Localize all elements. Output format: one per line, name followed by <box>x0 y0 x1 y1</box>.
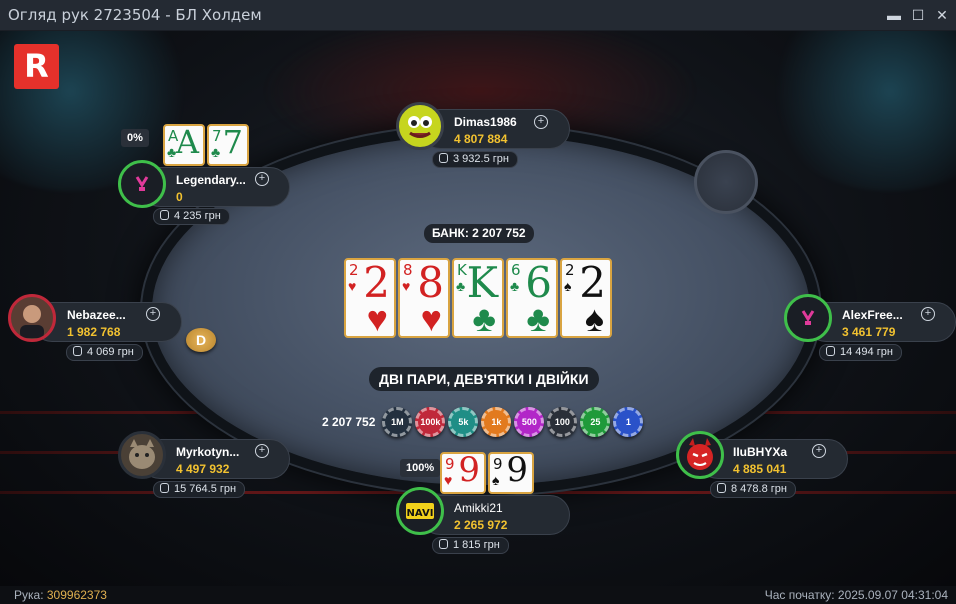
player-stack: 4 807 884 <box>454 132 508 146</box>
maximize-button[interactable]: ☐ <box>910 6 926 24</box>
hand-result-label: ДВІ ПАРИ, ДЕВ'ЯТКИ І ДВІЙКИ <box>369 367 599 391</box>
board-card: 2 ♠ 2 ♠ <box>560 258 612 338</box>
chips-total: 2 207 752 <box>322 415 376 429</box>
add-note-icon[interactable]: + <box>534 115 548 129</box>
equity-badge: 0% <box>121 129 149 147</box>
hand-id-value: 309962373 <box>46 588 107 602</box>
navi-logo-icon: NAVI <box>396 487 444 535</box>
player-stack: 1 982 768 <box>67 325 121 339</box>
player-winnings: 14 494 грн <box>819 344 902 361</box>
player-winnings: 15 764.5 грн <box>153 481 246 498</box>
player-stack: 3 461 779 <box>842 325 896 339</box>
player-stack: 2 265 972 <box>454 518 508 532</box>
player-name: Dimas1986 <box>454 115 517 129</box>
window-title: Огляд рук 2723504 - БЛ Холдем <box>8 6 262 24</box>
hole-card: 9 ♠ 9 <box>488 452 534 494</box>
player-stack: 0 <box>176 190 183 204</box>
vbet-logo-icon <box>784 294 832 342</box>
empty-seat[interactable] <box>694 150 758 214</box>
brand-logo: R <box>14 44 59 89</box>
chip-icon: 5k <box>448 407 479 437</box>
player-name: Legendary... <box>176 173 246 187</box>
pot-label: БАНК: 2 207 752 <box>424 224 534 243</box>
chip-icon: 100k <box>415 407 446 437</box>
board-card: 6 ♣ 6 ♣ <box>506 258 558 338</box>
svg-text:NAVI: NAVI <box>407 508 434 519</box>
equity-badge: 100% <box>400 459 441 477</box>
add-note-icon[interactable]: + <box>812 444 826 458</box>
board-card: 8 ♥ 8 ♥ <box>398 258 450 338</box>
hole-card: A ♣ A <box>163 124 205 166</box>
start-time-label: Час початку: <box>764 588 835 602</box>
close-button[interactable]: ✕ <box>934 6 950 24</box>
player-name: Myrkotyn... <box>176 445 240 459</box>
player-winnings: 1 815 грн <box>432 537 509 554</box>
chip-icon: 1M <box>382 407 413 437</box>
player-winnings: 8 478.8 грн <box>710 481 796 498</box>
hole-card: 9 ♥ 9 <box>440 452 486 494</box>
add-note-icon[interactable]: + <box>255 444 269 458</box>
player-winnings: 4 069 грн <box>66 344 143 361</box>
cat-photo-icon <box>118 431 166 479</box>
add-note-icon[interactable]: + <box>146 307 160 321</box>
devil-face-icon <box>676 431 724 479</box>
board-card: K ♣ K ♣ <box>452 258 504 338</box>
board-card: 2 ♥ 2 ♥ <box>344 258 396 338</box>
dealer-button: D <box>186 328 216 352</box>
player-stack: 4 497 932 <box>176 462 230 476</box>
player-stack: 4 885 041 <box>733 462 787 476</box>
pot-chips: 2 207 752 1M 100k 5k 1k 500 100 25 1 <box>322 407 644 437</box>
player-winnings: 4 235 грн <box>153 208 230 225</box>
start-time-value: 2025.09.07 04:31:04 <box>837 588 948 602</box>
title-bar: Огляд рук 2723504 - БЛ Холдем ▬ ☐ ✕ <box>0 0 956 31</box>
add-note-icon[interactable]: + <box>921 307 935 321</box>
vbet-logo-icon <box>118 160 166 208</box>
monster-face-icon <box>396 102 444 150</box>
minimize-button[interactable]: ▬ <box>886 6 902 24</box>
chip-icon: 1 <box>613 407 644 437</box>
player-winnings: 3 932.5 грн <box>432 151 518 168</box>
person-photo-icon <box>8 294 56 342</box>
hand-id-label: Рука: <box>14 588 44 602</box>
add-note-icon[interactable]: + <box>255 172 269 186</box>
chip-icon: 500 <box>514 407 545 437</box>
hole-card: 7 ♣ 7 <box>207 124 249 166</box>
player-name: AlexFree... <box>842 308 903 322</box>
chip-icon: 100 <box>547 407 578 437</box>
chip-icon: 1k <box>481 407 512 437</box>
player-name: IIuBHYXa <box>733 445 788 459</box>
table-scene: R БАНК: 2 207 752 2 ♥ 2 ♥ 8 ♥ 8 ♥ K ♣ K ♣ 6 ♣ 6… <box>0 31 956 586</box>
board-cards: 2 ♥ 2 ♥ 8 ♥ 8 ♥ K ♣ K ♣ 6 ♣ 6 ♣ 2 ♠ 2 ♠ <box>344 258 612 338</box>
spotlight-right <box>760 31 956 191</box>
chip-icon: 25 <box>580 407 611 437</box>
status-bar: Рука: 309962373 Час початку: 2025.09.07 … <box>0 586 956 604</box>
player-name: Amikki21 <box>454 501 503 515</box>
player-name: Nebazee... <box>67 308 126 322</box>
